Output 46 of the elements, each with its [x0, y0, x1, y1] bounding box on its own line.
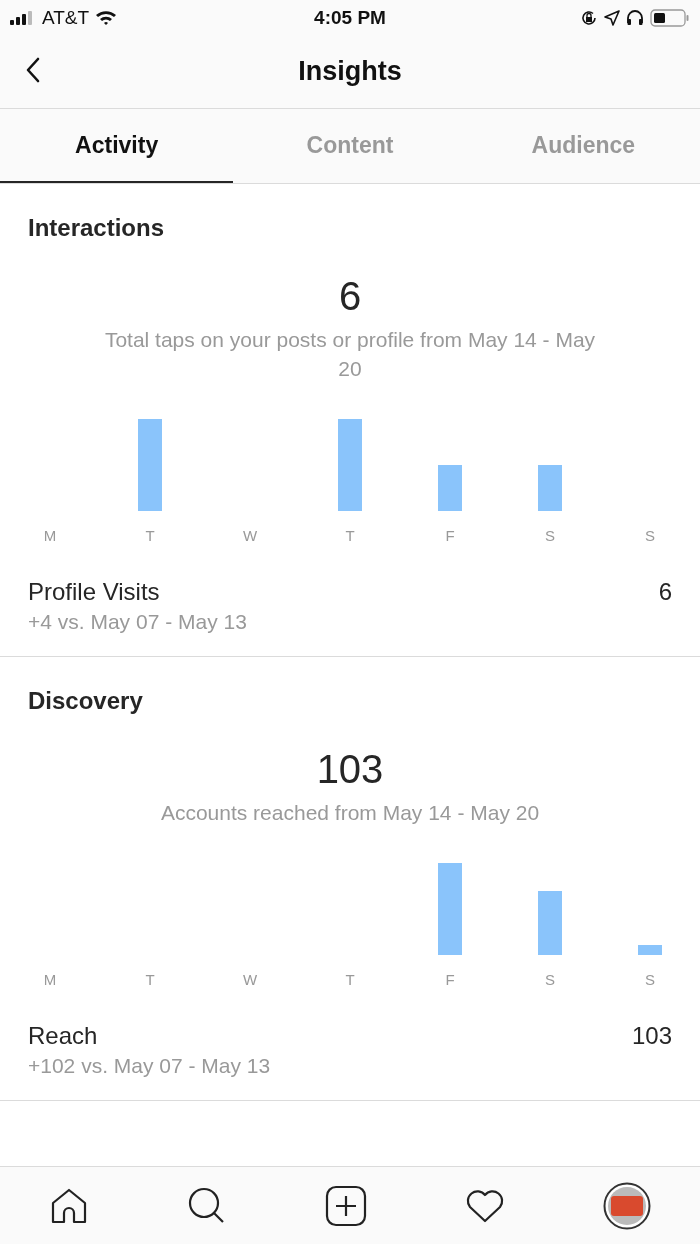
day-label: M	[43, 971, 57, 988]
day-label: W	[242, 527, 258, 544]
heart-icon[interactable]	[465, 1187, 505, 1224]
chart-bar	[538, 465, 562, 511]
back-button[interactable]	[26, 57, 40, 83]
battery-icon	[650, 8, 690, 27]
add-post-icon[interactable]	[325, 1184, 367, 1227]
day-label: W	[242, 971, 258, 988]
page-title: Insights	[298, 56, 402, 87]
metric-value: 103	[631, 1022, 672, 1050]
clock-time: 4:05 PM	[314, 6, 386, 29]
day-label: T	[145, 527, 155, 544]
wifi-icon	[95, 9, 118, 26]
tab[interactable]: Content	[233, 109, 467, 183]
section-heading: Interactions	[28, 214, 166, 242]
day-label: S	[545, 527, 555, 544]
metric-value: 6	[658, 578, 672, 606]
profile-avatar[interactable]	[603, 1181, 651, 1230]
metric-comparison: +102 vs. May 07 - May 13	[28, 1054, 271, 1078]
total-count: 103	[315, 747, 385, 792]
chart-bar	[638, 945, 662, 955]
total-count: 6	[337, 274, 363, 319]
metric-comparison: +4 vs. May 07 - May 13	[28, 610, 247, 634]
day-label: M	[43, 527, 57, 544]
section-heading: Discovery	[28, 687, 144, 715]
chart-bar	[538, 891, 562, 955]
day-label: F	[445, 971, 455, 988]
day-label: T	[345, 527, 355, 544]
day-label: S	[645, 527, 655, 544]
tab[interactable]: Audience	[466, 109, 700, 183]
metric-label: Profile Visits	[28, 578, 161, 606]
day-label: T	[345, 971, 355, 988]
metric-label: Reach	[28, 1022, 99, 1050]
rotation-lock-icon	[580, 8, 598, 27]
headphones-icon	[626, 8, 644, 27]
day-label: S	[645, 971, 655, 988]
total-caption: Accounts reached from May 14 - May 20	[160, 800, 540, 826]
carrier-name: AT&T	[42, 6, 90, 29]
day-label: F	[445, 527, 455, 544]
day-label: S	[545, 971, 555, 988]
total-caption: Total taps on your posts or profile from May 14 - May 20	[103, 327, 597, 382]
chart-bar	[438, 465, 462, 511]
location-arrow-icon	[604, 9, 620, 26]
day-label: T	[145, 971, 155, 988]
tab[interactable]: Activity	[0, 109, 234, 183]
home-icon[interactable]	[49, 1186, 89, 1225]
